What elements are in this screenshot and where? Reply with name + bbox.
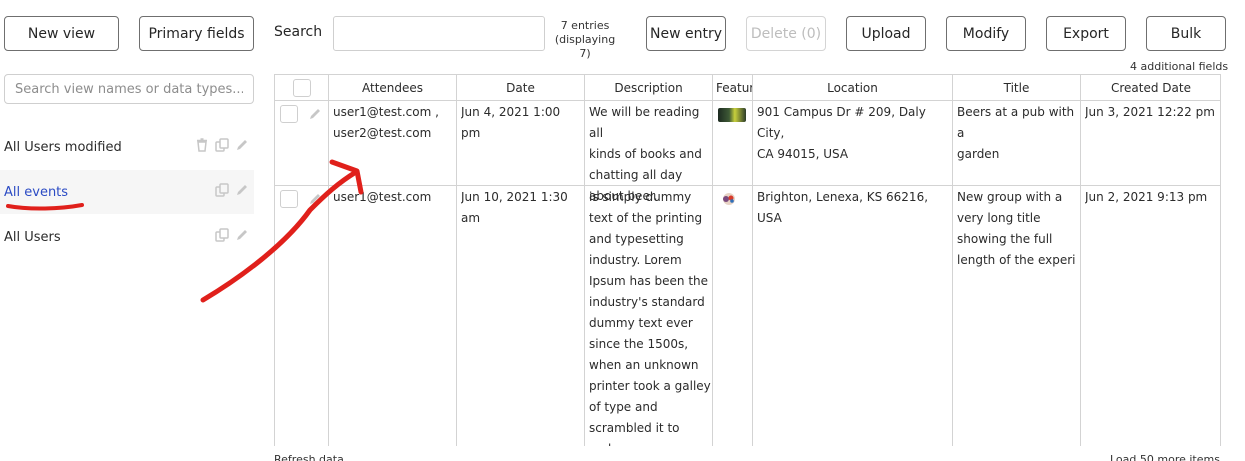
data-table: Attendees Date Description Featur Locati… — [274, 74, 1221, 446]
copy-icon[interactable] — [214, 227, 230, 243]
cell-line: chatting all day — [589, 168, 683, 182]
search-input[interactable] — [333, 16, 545, 51]
cell-line: user2@test.com — [333, 126, 432, 140]
modify-button[interactable]: Modify — [946, 16, 1026, 51]
select-all-checkbox[interactable] — [292, 78, 311, 97]
cell-line: text of the printing — [589, 211, 703, 225]
cell-location: Brighton, Lenexa, KS 66216, USA — [757, 187, 951, 229]
view-item-label: All Users — [4, 229, 61, 245]
cell-line: kinds of books and — [589, 147, 702, 161]
header-select — [275, 75, 329, 101]
cell-title: Beers at a pub with a garden — [957, 102, 1079, 165]
cell-location: 901 Campus Dr # 209, Daly City, CA 94015… — [757, 102, 951, 165]
cell-line: garden — [957, 147, 1000, 161]
column-header-attendees[interactable]: Attendees — [329, 75, 457, 101]
new-view-button[interactable]: New view — [4, 16, 119, 51]
featured-image-thumbnail[interactable] — [719, 192, 739, 206]
cell-line: of type and — [589, 400, 658, 414]
pencil-icon[interactable] — [307, 106, 323, 122]
cell-description: is simply dummy text of the printing and… — [589, 187, 711, 446]
primary-fields-button[interactable]: Primary fields — [139, 16, 254, 51]
cell-line: scrambled it to make — [589, 421, 680, 446]
cell-date: Jun 4, 2021 1:00 pm — [461, 105, 561, 140]
column-header-created-date[interactable]: Created Date — [1081, 75, 1220, 101]
upload-button[interactable]: Upload — [846, 16, 926, 51]
column-divider — [584, 101, 585, 446]
entries-total: 7 entries — [560, 19, 610, 32]
column-divider — [712, 101, 713, 446]
cell-created-date: Jun 2, 2021 9:13 pm — [1085, 190, 1208, 204]
cell-attendees: user1@test.com , user2@test.com — [333, 102, 455, 144]
view-item-label: All Users modified — [4, 139, 122, 155]
view-search-input[interactable] — [4, 74, 254, 104]
column-header-featured[interactable]: Featur — [713, 75, 753, 101]
load-more-link[interactable]: Load 50 more items — [1110, 453, 1220, 461]
view-item-label: All events — [4, 184, 69, 200]
cell-line: and typesetting — [589, 232, 684, 246]
cell-line: is simply dummy — [589, 190, 692, 204]
trash-icon[interactable] — [194, 137, 210, 153]
cell-line: industry. Lorem — [589, 253, 682, 267]
cell-line: Beers at a pub with a — [957, 105, 1075, 140]
cell-line: Ipsum has been the — [589, 274, 709, 288]
cell-line: when an unknown — [589, 358, 699, 372]
column-divider — [328, 101, 329, 446]
pencil-icon[interactable] — [234, 227, 250, 243]
new-entry-button[interactable]: New entry — [646, 16, 726, 51]
column-divider — [952, 101, 953, 446]
column-header-date[interactable]: Date — [457, 75, 585, 101]
column-divider — [752, 101, 753, 446]
refresh-data-link[interactable]: Refresh data — [274, 453, 344, 461]
cell-line: user1@test.com — [333, 190, 432, 204]
column-header-description[interactable]: Description — [585, 75, 713, 101]
view-item-all-users[interactable]: All Users — [0, 215, 254, 259]
cell-line: Brighton, Lenexa, KS 66216, USA — [757, 190, 929, 225]
column-header-title[interactable]: Title — [953, 75, 1081, 101]
cell-line: We will be reading all — [589, 105, 700, 140]
column-divider — [456, 101, 457, 446]
cell-line: New group with a — [957, 190, 1063, 204]
cell-line: CA 94015, USA — [757, 147, 849, 161]
featured-image-thumbnail[interactable] — [718, 108, 746, 122]
cell-line: showing the full — [957, 232, 1053, 246]
cell-line: dummy text ever — [589, 316, 693, 330]
row-checkbox[interactable] — [280, 105, 298, 123]
bulk-button[interactable]: Bulk — [1146, 16, 1226, 51]
cell-date: Jun 10, 2021 1:30 am — [461, 190, 568, 225]
cell-line: length of the experi — [957, 253, 1076, 267]
cell-line: very long title — [957, 211, 1041, 225]
column-divider — [1220, 101, 1221, 446]
copy-icon[interactable] — [214, 137, 230, 153]
cell-created-date: Jun 3, 2021 12:22 pm — [1085, 105, 1215, 119]
entries-displaying: (displaying 7) — [554, 33, 616, 60]
cell-line: industry's standard — [589, 295, 705, 309]
pencil-icon[interactable] — [307, 191, 323, 207]
row-divider — [275, 185, 1220, 186]
entries-count: 7 entries (displaying 7) — [548, 19, 622, 61]
cell-title: New group with a very long title showing… — [957, 187, 1079, 271]
cell-line: user1@test.com , — [333, 105, 439, 119]
cell-attendees: user1@test.com — [333, 187, 455, 208]
column-divider — [1080, 101, 1081, 446]
pencil-icon[interactable] — [234, 182, 250, 198]
search-label: Search — [274, 24, 323, 40]
cell-line: 901 Campus Dr # 209, Daly City, — [757, 105, 926, 140]
view-item-all-events[interactable]: All events — [0, 170, 254, 214]
row-checkbox[interactable] — [280, 190, 298, 208]
export-button[interactable]: Export — [1046, 16, 1126, 51]
cell-line: since the 1500s, — [589, 337, 689, 351]
delete-button[interactable]: Delete (0) — [746, 16, 826, 51]
additional-fields-link[interactable]: 4 additional fields — [1130, 60, 1228, 73]
view-item-all-users-modified[interactable]: All Users modified — [0, 125, 254, 169]
cell-line: printer took a galley — [589, 379, 711, 393]
copy-icon[interactable] — [214, 182, 230, 198]
column-header-location[interactable]: Location — [753, 75, 953, 101]
pencil-icon[interactable] — [234, 137, 250, 153]
